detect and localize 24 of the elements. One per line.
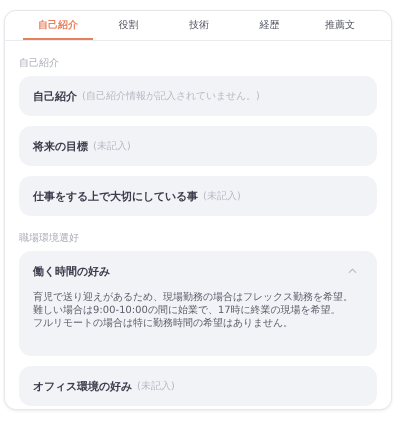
item-title: 働く時間の好み (33, 264, 110, 278)
accordion-item[interactable]: オフィス環境の好み (未記入) (19, 366, 377, 406)
item-title: 将来の目標 (33, 138, 88, 154)
accordion-item[interactable]: 仕事をする上で大切にしている事 (未記入) (19, 176, 377, 216)
section-heading: 職場環境選好 (19, 232, 80, 245)
item-note: (未記入) (203, 190, 241, 203)
body-text: フルリモートの場合は特に勤務時間の希望はありません。 (33, 317, 294, 330)
accordion-item[interactable]: 働く時間の好み 育児で送り迎えがあるため、現場勤務の場合はフレックス勤務を希望。 難しい場合は9:00-10:00の間に始業で、17時に終業の現場を希望。 フルリモートの場合は特に勤務時間の希望はありません。 (19, 251, 377, 356)
tab[interactable]: 役割 (93, 11, 164, 40)
tab[interactable]: 経歴 (234, 11, 305, 40)
tab[interactable]: 技術 (164, 11, 234, 40)
item-title: 仕事をする上で大切にしている事 (33, 188, 198, 204)
section-heading: 自己紹介 (19, 57, 60, 70)
chevron-up-icon[interactable] (348, 268, 357, 274)
accordion-item[interactable]: 自己紹介 (自己紹介情報が記入されていません。) (19, 76, 377, 116)
body-text: 育児で送り迎えがあるため、現場勤務の場合はフレックス勤務を希望。 (33, 291, 354, 304)
body-text: 難しい場合は9:00-10:00の間に始業で、17時に終業の現場を希望。 (33, 304, 342, 317)
item-title: 自己紹介 (33, 88, 77, 104)
tab[interactable]: 推薦文 (304, 11, 376, 40)
accordion-item[interactable]: 将来の目標 (未記入) (19, 126, 377, 166)
item-note: (未記入) (137, 380, 175, 393)
item-title: オフィス環境の好み (33, 378, 132, 394)
item-note: (未記入) (93, 140, 131, 153)
item-note: (自己紹介情報が記入されていません。) (82, 90, 260, 103)
